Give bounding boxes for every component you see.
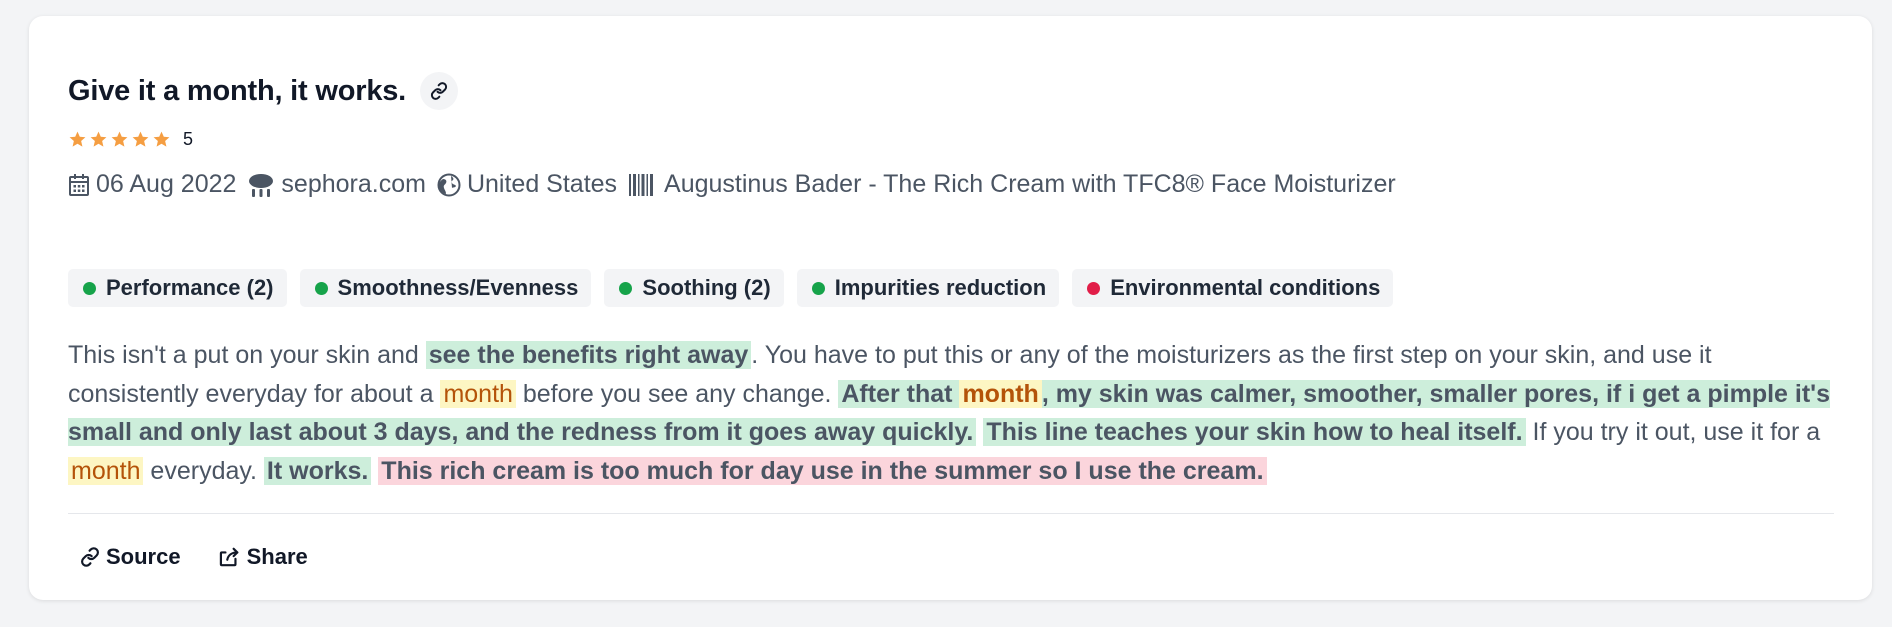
review-meta: 06 Aug 2022 sephora.com United States Au… <box>68 170 1407 199</box>
star-icon <box>111 131 128 147</box>
review-card: Give it a month, it works. 5 06 Aug 2022… <box>29 16 1872 600</box>
country: United States <box>466 170 618 198</box>
review-body: This isn't a put on your skin and see th… <box>68 336 1836 490</box>
tag-label: Smoothness/Evenness <box>337 275 579 300</box>
permalink-button[interactable] <box>420 72 459 110</box>
meta-site: sephora.com <box>247 170 426 199</box>
calendar-icon <box>69 173 89 196</box>
cloud-icon <box>249 173 274 197</box>
positive-highlight[interactable]: see the benefits right away <box>425 341 752 369</box>
negative-highlight[interactable]: This rich cream is too much for day use … <box>378 456 1267 485</box>
star-icon <box>90 131 107 147</box>
globe-icon <box>437 173 461 196</box>
negative-dot-icon <box>1087 281 1101 295</box>
positive-highlight[interactable]: This line teaches your skin how to heal … <box>983 418 1526 446</box>
tag-label: Soothing (2) <box>642 275 771 300</box>
positive-dot-icon <box>314 281 328 295</box>
star-icon <box>69 131 86 147</box>
tag-label: Impurities reduction <box>834 275 1047 300</box>
source-button[interactable]: Source <box>80 544 181 570</box>
star-icon <box>132 131 149 147</box>
topic-tags: Performance (2) Smoothness/Evenness Soot… <box>68 269 1394 307</box>
link-icon <box>430 82 448 100</box>
tag-label: Performance (2) <box>106 275 274 300</box>
positive-dot-icon <box>83 281 96 295</box>
share-button[interactable]: Share <box>219 544 308 570</box>
meta-product: Augustinus Bader - The Rich Cream with T… <box>628 170 1396 199</box>
meta-date: 06 Aug 2022 <box>68 170 236 199</box>
meta-country: United States <box>437 170 617 199</box>
source-label: Source <box>106 544 181 569</box>
star-rating <box>68 130 171 149</box>
share-label: Share <box>246 544 308 569</box>
positive-highlight[interactable]: It works. <box>263 456 372 485</box>
tag-impurities[interactable]: Impurities reduction <box>796 269 1060 307</box>
highlight-text: After that <box>841 379 960 408</box>
review-text: everyday. <box>143 456 264 485</box>
tag-label: Environmental conditions <box>1110 275 1381 300</box>
keyword-highlight: month <box>68 456 144 485</box>
tag-smoothness[interactable]: Smoothness/Evenness <box>299 269 592 307</box>
title-row: Give it a month, it works. <box>68 72 459 110</box>
rating-value: 5 <box>183 129 194 149</box>
tag-environmental[interactable]: Environmental conditions <box>1072 269 1394 307</box>
review-actions: Source Share <box>80 544 308 570</box>
tag-performance[interactable]: Performance (2) <box>68 269 287 307</box>
tag-soothing[interactable]: Soothing (2) <box>604 269 784 307</box>
review-text: before you see any change. <box>515 379 839 408</box>
review-date: 06 Aug 2022 <box>96 170 237 198</box>
product-name: Augustinus Bader - The Rich Cream with T… <box>664 170 1396 198</box>
rating-row: 5 <box>68 129 193 150</box>
positive-dot-icon <box>811 281 825 295</box>
share-icon <box>219 547 238 567</box>
review-text: If you try it out, use it for a <box>1525 418 1821 446</box>
link-icon <box>81 547 99 567</box>
keyword-highlight: month <box>440 379 516 408</box>
barcode-icon <box>629 173 654 196</box>
source-site: sephora.com <box>281 170 426 198</box>
review-text: This isn't a put on your skin and <box>68 341 426 369</box>
star-icon <box>153 131 170 147</box>
positive-dot-icon <box>619 281 633 295</box>
review-title: Give it a month, it works. <box>68 74 407 107</box>
keyword-highlight: month <box>959 379 1042 408</box>
divider <box>68 513 1834 514</box>
